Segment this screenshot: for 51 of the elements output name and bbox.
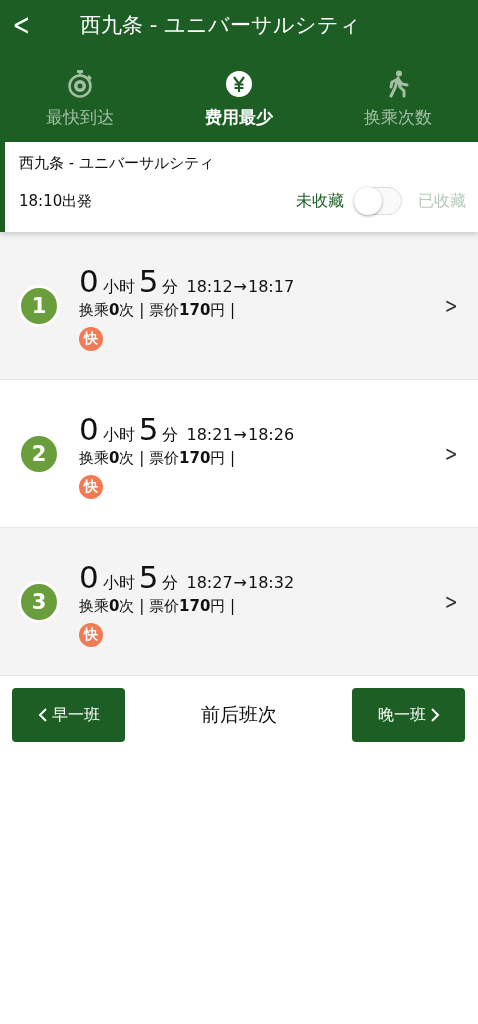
- yen-icon: [225, 70, 253, 98]
- route-row[interactable]: 3 0 小时 5 分 18:27→18:32 换乘0次 | 票价170円 | 快 >: [0, 528, 478, 676]
- tab[interactable]: 换乘次数: [318, 50, 478, 142]
- stopwatch-icon: [66, 70, 93, 98]
- minutes-unit: 分: [162, 276, 179, 298]
- route-details: 换乘0次 | 票价170円 |: [79, 596, 237, 616]
- route-row[interactable]: 1 0 小时 5 分 18:12→18:17 换乘0次 | 票价170円 | 快 >: [0, 232, 478, 380]
- express-badge: 快: [79, 326, 103, 351]
- route-details: 换乘0次 | 票价170円 |: [79, 448, 237, 468]
- minutes-unit: 分: [162, 424, 179, 446]
- route-name: 西九条 - ユニバーサルシティ: [19, 154, 215, 173]
- arrival-time: 18:26: [248, 424, 295, 444]
- express-badge: 快: [79, 622, 103, 647]
- duration-minutes: 5: [138, 558, 159, 595]
- earlier-train-button[interactable]: 早一班: [12, 688, 125, 742]
- departure-time: 18:12: [186, 276, 233, 296]
- duration-minutes: 5: [138, 410, 159, 447]
- route-number: 1: [18, 284, 60, 327]
- hours-unit: 小时: [102, 276, 135, 298]
- chevron-left-icon: [37, 707, 48, 723]
- back-button[interactable]: <: [0, 10, 42, 40]
- chevron-icon: >: [444, 589, 458, 614]
- arrow-icon: →: [233, 276, 247, 296]
- hours-unit: 小时: [102, 424, 135, 446]
- pager-label: 前后班次: [200, 702, 277, 727]
- chevron-right-icon: [429, 707, 440, 723]
- arrow-icon: →: [233, 572, 247, 592]
- duration-minutes: 5: [138, 262, 159, 299]
- arrival-time: 18:32: [248, 572, 295, 592]
- duration-hours: 0: [79, 262, 99, 299]
- minutes-unit: 分: [162, 572, 179, 594]
- arrival-time: 18:17: [248, 276, 295, 296]
- tab[interactable]: 最快到达: [0, 50, 160, 142]
- chevron-icon: >: [444, 441, 458, 466]
- route-details: 换乘0次 | 票价170円 |: [79, 300, 237, 320]
- chevron-icon: >: [444, 293, 458, 318]
- hours-unit: 小时: [102, 572, 135, 594]
- tab[interactable]: 费用最少: [159, 50, 319, 142]
- arrow-icon: →: [233, 424, 247, 444]
- express-badge: 快: [79, 474, 103, 499]
- departure-time: 18:21: [186, 424, 233, 444]
- later-train-button[interactable]: 晚一班: [352, 688, 465, 742]
- unfavorited-label: 未收藏: [296, 190, 344, 212]
- duration-hours: 0: [79, 558, 99, 595]
- favorite-toggle[interactable]: [354, 187, 402, 215]
- duration-hours: 0: [79, 410, 99, 447]
- page-title: 西九条 - ユニバーサルシティ: [80, 12, 361, 39]
- route-number: 3: [18, 580, 60, 623]
- favorited-label: 已收藏: [418, 190, 466, 212]
- departure-time: 18:10出発: [19, 191, 94, 211]
- departure-time: 18:27: [186, 572, 233, 592]
